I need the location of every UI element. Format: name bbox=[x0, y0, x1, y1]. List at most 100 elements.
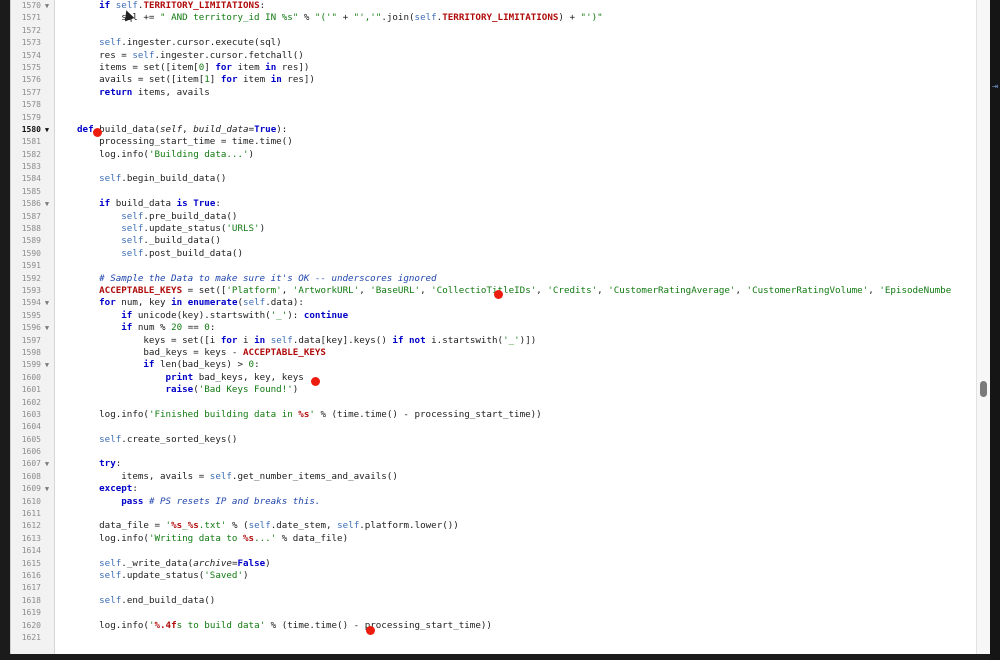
code-line[interactable]: 1577 return items, avails bbox=[11, 87, 977, 99]
fold-toggle-icon[interactable]: ▼ bbox=[42, 0, 52, 12]
fold-toggle-icon[interactable]: ▼ bbox=[42, 198, 52, 210]
code-text: self.end_build_data() bbox=[77, 595, 215, 607]
code-line[interactable]: 1576 avails = set([item[1] for item in r… bbox=[11, 74, 977, 86]
fold-toggle-icon[interactable]: ▼ bbox=[42, 124, 52, 136]
line-number: 1604 bbox=[21, 422, 41, 432]
code-line[interactable]: 1603 log.info('Finished building data in… bbox=[11, 409, 977, 421]
vertical-scrollbar[interactable] bbox=[976, 0, 990, 654]
code-line[interactable]: 1612 data_file = '%s_%s.txt' % (self.dat… bbox=[11, 520, 977, 532]
code-line[interactable]: 1615 self._write_data(archive=False) bbox=[11, 558, 977, 570]
code-token: for bbox=[99, 297, 116, 309]
code-line[interactable]: 1601 raise('Bad Keys Found!') bbox=[11, 384, 977, 396]
code-line[interactable]: 1572 bbox=[11, 25, 977, 37]
line-number: 1570 bbox=[21, 1, 41, 10]
scrollbar-thumb[interactable] bbox=[980, 381, 987, 397]
code-line[interactable]: 1620 log.info('%.4fs to build data' % (t… bbox=[11, 620, 977, 632]
code-line[interactable]: 1605 self.create_sorted_keys() bbox=[11, 434, 977, 446]
code-token: in bbox=[270, 74, 282, 86]
code-line[interactable]: 1583 bbox=[11, 161, 977, 173]
line-number: 1612 bbox=[21, 521, 41, 531]
code-text: avails = set([item[1] for item in res]) bbox=[77, 74, 315, 86]
code-line[interactable]: 1591 bbox=[11, 260, 977, 272]
code-line[interactable]: 1613 log.info('Writing data to %s...' % … bbox=[11, 533, 977, 545]
code-token: if bbox=[121, 309, 133, 321]
code-area[interactable]: 1570 ▼ if self.TERRITORY_LIMITATIONS: 1571… bbox=[11, 0, 977, 644]
line-number: 1585 bbox=[21, 186, 41, 196]
code-line[interactable]: 1616 self.update_status('Saved') bbox=[11, 570, 977, 582]
code-line[interactable]: 1581 processing_start_time = time.time() bbox=[11, 136, 977, 148]
code-token: .txt' bbox=[198, 520, 227, 532]
code-token: 'Building data...' bbox=[148, 148, 249, 160]
code-line[interactable]: 1587 self.pre_build_data() bbox=[11, 211, 977, 223]
code-token: "','" bbox=[353, 12, 382, 24]
line-number: 1574 bbox=[21, 50, 41, 60]
code-line[interactable]: 1590 self.post_build_data() bbox=[11, 248, 977, 260]
fold-toggle-icon[interactable]: ▼ bbox=[42, 297, 52, 309]
code-line[interactable]: 1610 pass # PS resets IP and breaks this… bbox=[11, 496, 977, 508]
code-line[interactable]: 1598 bad_keys = keys - ACCEPTABLE_KEYS bbox=[11, 347, 977, 359]
code-line[interactable]: 1570 ▼ if self.TERRITORY_LIMITATIONS: bbox=[11, 0, 977, 12]
code-line[interactable]: 1619 bbox=[11, 607, 977, 619]
code-line[interactable]: 1596 ▼ if num % 20 == 0: bbox=[11, 322, 977, 334]
code-line[interactable]: 1580 ▼ def build_data(self, build_data=Tru… bbox=[11, 124, 977, 136]
code-line[interactable]: 1604 bbox=[11, 421, 977, 433]
code-token: if not bbox=[392, 334, 426, 346]
code-editor[interactable]: 1570 ▼ if self.TERRITORY_LIMITATIONS: 1571… bbox=[10, 0, 990, 654]
fold-toggle-icon[interactable]: ▼ bbox=[42, 483, 52, 495]
code-line[interactable]: 1599 ▼ if len(bad_keys) > 0: bbox=[11, 359, 977, 371]
code-line[interactable]: 1597 keys = set([i for i in self.data[ke… bbox=[11, 335, 977, 347]
code-line[interactable]: 1608 items, avails = self.get_number_ite… bbox=[11, 471, 977, 483]
code-line[interactable]: 1574 res = self.ingester.cursor.fetchall… bbox=[11, 50, 977, 62]
code-line[interactable]: 1621 bbox=[11, 632, 977, 644]
code-line[interactable]: 1578 bbox=[11, 99, 977, 111]
fold-toggle-icon[interactable]: ▼ bbox=[42, 458, 52, 470]
code-line[interactable]: 1607 ▼ try: bbox=[11, 458, 977, 470]
breakpoint-marker[interactable] bbox=[494, 290, 503, 299]
code-line[interactable]: 1573 self.ingester.cursor.execute(sql) bbox=[11, 37, 977, 49]
code-line[interactable]: 1614 bbox=[11, 545, 977, 557]
code-token: , bbox=[420, 284, 432, 296]
code-line[interactable]: 1595 if unicode(key).startswith('_'): co… bbox=[11, 310, 977, 322]
code-text: # Sample the Data to make sure it's OK -… bbox=[77, 273, 436, 285]
code-line[interactable]: 1579 bbox=[11, 112, 977, 124]
code-text: try: bbox=[77, 458, 121, 470]
code-line[interactable]: 1600 print bad_keys, key, keys bbox=[11, 372, 977, 384]
code-line[interactable]: 1585 bbox=[11, 186, 977, 198]
code-token: ) bbox=[243, 569, 249, 581]
code-token: .ingester.cursor.fetchall() bbox=[154, 49, 304, 61]
code-line[interactable]: 1602 bbox=[11, 397, 977, 409]
code-token: 'ArtworkURL' bbox=[292, 284, 360, 296]
code-line[interactable]: 1618 self.end_build_data() bbox=[11, 595, 977, 607]
code-token: in bbox=[265, 61, 277, 73]
code-token: self bbox=[99, 37, 122, 49]
code-line[interactable]: 1592 # Sample the Data to make sure it's… bbox=[11, 273, 977, 285]
breakpoint-marker[interactable] bbox=[311, 377, 320, 386]
code-line[interactable]: 1588 self.update_status('URLS') bbox=[11, 223, 977, 235]
code-token: log.info( bbox=[99, 619, 149, 631]
fold-toggle-icon[interactable]: ▼ bbox=[42, 322, 52, 334]
code-line[interactable]: 1606 bbox=[11, 446, 977, 458]
line-number: 1573 bbox=[21, 38, 41, 48]
code-line[interactable]: 1594 ▼ for num, key in enumerate(self.dat… bbox=[11, 297, 977, 309]
line-number: 1617 bbox=[21, 583, 41, 593]
breakpoint-marker[interactable] bbox=[366, 626, 375, 635]
split-handle-icon[interactable]: ⇥ bbox=[990, 80, 1000, 94]
code-line[interactable]: 1582 log.info('Building data...') bbox=[11, 149, 977, 161]
code-token: .post_build_data() bbox=[143, 247, 243, 259]
code-line[interactable]: 1617 bbox=[11, 582, 977, 594]
fold-toggle-icon[interactable]: ▼ bbox=[42, 359, 52, 371]
code-line[interactable]: 1589 self._build_data() bbox=[11, 235, 977, 247]
code-line[interactable]: 1609 ▼ except: bbox=[11, 483, 977, 495]
code-line[interactable]: 1586 ▼ if build_data is True: bbox=[11, 198, 977, 210]
breakpoint-marker[interactable] bbox=[93, 128, 102, 137]
code-line[interactable]: 1611 bbox=[11, 508, 977, 520]
code-line[interactable]: 1571 sql += " AND territory_id IN %s" % … bbox=[11, 12, 977, 24]
line-number: 1581 bbox=[21, 137, 41, 147]
code-token: == bbox=[182, 322, 205, 334]
code-line[interactable]: 1584 self.begin_build_data() bbox=[11, 173, 977, 185]
code-line[interactable]: 1575 items = set([item[0] for item in re… bbox=[11, 62, 977, 74]
code-text: def build_data(self, build_data=True): bbox=[77, 124, 287, 136]
code-token: if bbox=[121, 322, 133, 334]
